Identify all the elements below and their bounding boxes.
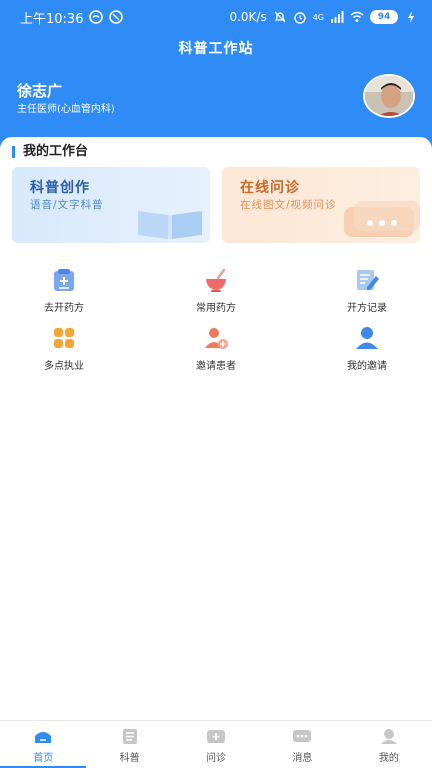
grid-label: 多点执业 <box>44 361 84 372</box>
card-subtitle: 语音/文字科普 <box>30 199 104 211</box>
page-title: 科普工作站 <box>178 41 254 57</box>
grid-item-prescription-record[interactable]: 开方记录 <box>307 267 427 314</box>
grid-label: 邀请患者 <box>196 361 236 372</box>
charging-icon <box>408 11 414 23</box>
tab-label: 首页 <box>33 753 54 764</box>
network-type: 4G <box>312 12 324 22</box>
tab-home[interactable]: 首页 <box>0 721 87 768</box>
grid-item-invite-patient[interactable]: 邀请患者 <box>156 325 276 372</box>
prescription-icon <box>54 269 74 291</box>
tab-label: 我的 <box>378 753 399 764</box>
mute-bell-icon <box>274 11 286 23</box>
status-time: 上午10:36 <box>20 11 84 27</box>
tab-label: 问诊 <box>206 753 227 764</box>
tab-label: 科普 <box>119 753 140 764</box>
grid-item-multi-practice[interactable]: 多点执业 <box>4 325 124 372</box>
grid-label: 常用药方 <box>196 303 236 314</box>
signal-icon <box>331 11 344 23</box>
status-bar: 上午10:36 0.0K/s 4G 94 <box>0 0 432 34</box>
wifi-icon <box>350 11 364 22</box>
record-edit-icon <box>357 270 379 290</box>
my-invite-icon <box>356 327 378 349</box>
card-title: 科普创作 <box>30 180 90 196</box>
profile-icon <box>380 729 397 744</box>
message-icon <box>293 730 312 742</box>
alarm-clock-icon <box>294 12 306 24</box>
grid-item-prescribe[interactable]: 去开药方 <box>4 267 124 314</box>
grid-label: 去开药方 <box>44 303 84 314</box>
app-notification-icon <box>89 10 104 24</box>
card-title: 在线问诊 <box>240 180 300 196</box>
grid-label: 我的邀请 <box>347 361 387 372</box>
article-icon <box>122 729 137 744</box>
tab-message[interactable]: 消息 <box>259 721 345 768</box>
card-subtitle: 在线图文/视频问诊 <box>240 199 337 211</box>
consult-icon <box>207 730 226 743</box>
grid-label: 开方记录 <box>347 303 387 314</box>
tab-consult[interactable]: 问诊 <box>173 721 259 768</box>
workbench-title: 我的工作台 <box>12 145 88 158</box>
tab-mine[interactable]: 我的 <box>346 721 432 768</box>
open-book-icon <box>138 211 202 239</box>
doctor-title: 主任医师(心血管内科) <box>17 104 115 115</box>
home-icon <box>35 732 52 743</box>
app-notification-icon-2 <box>109 10 124 24</box>
tab-science[interactable]: 科普 <box>86 721 172 768</box>
avatar[interactable] <box>363 74 415 118</box>
battery-indicator: 94 <box>370 10 398 24</box>
science-creation-card[interactable]: 科普创作 语音/文字科普 <box>12 167 210 243</box>
online-consult-card[interactable]: 在线问诊 在线图文/视频问诊 <box>222 167 420 243</box>
multi-grid-icon <box>54 328 74 348</box>
workbench-panel: 我的工作台 科普创作 语音/文字科普 在线问诊 在线图文/视频问诊 去开药方 常… <box>0 137 432 720</box>
grid-item-my-invite[interactable]: 我的邀请 <box>307 325 427 372</box>
medicine-bowl-icon <box>206 268 226 292</box>
grid-item-common-prescription[interactable]: 常用药方 <box>156 267 276 314</box>
tab-label: 消息 <box>292 753 313 764</box>
network-speed: 0.0K/s <box>229 10 267 24</box>
invite-patient-icon <box>205 328 228 349</box>
doctor-name: 徐志广 <box>17 82 63 100</box>
bottom-tab-bar: 首页 科普 问诊 消息 我的 <box>0 720 432 768</box>
chat-bubble-icon <box>344 201 420 237</box>
